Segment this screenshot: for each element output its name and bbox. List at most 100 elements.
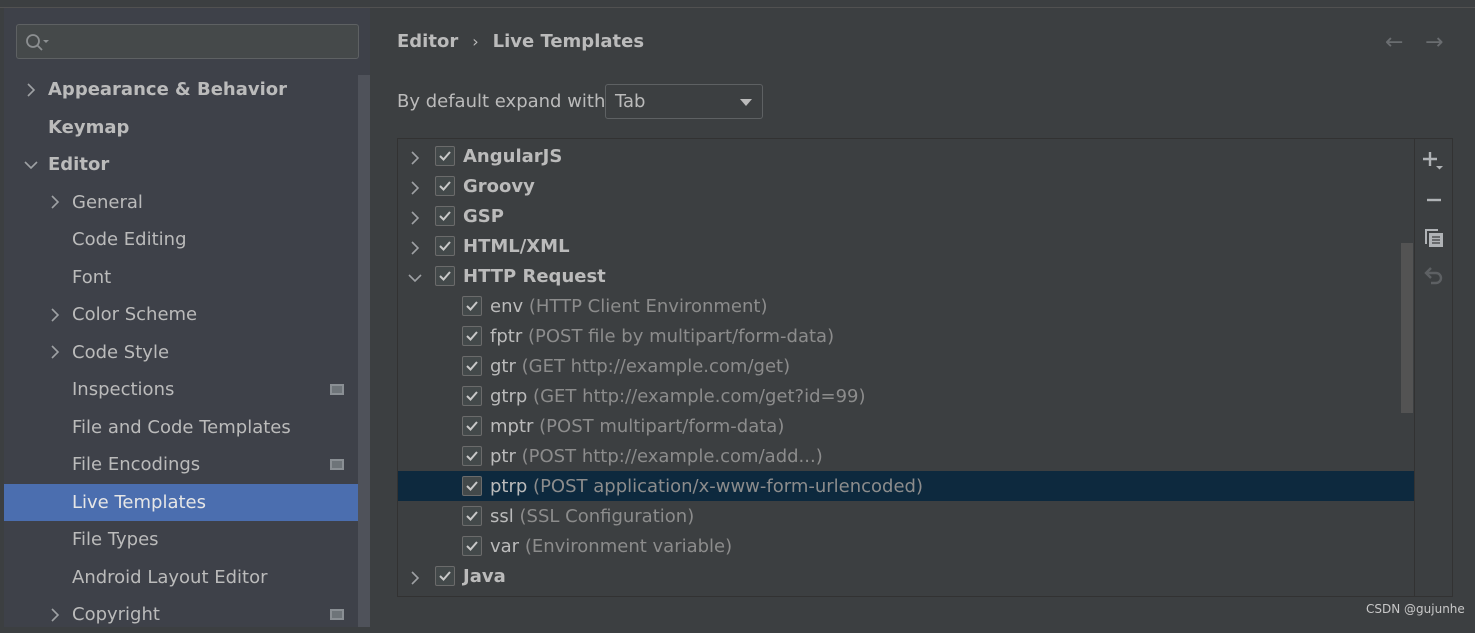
breadcrumb-editor[interactable]: Editor [397,31,458,52]
template-checkbox[interactable] [435,236,455,256]
template-description: (HTTP Client Environment) [528,295,768,317]
templates-tree: Java var (Environment variable) ssl (SSL C… [398,139,1415,596]
restore-icon[interactable] [1416,261,1452,291]
template-name: mptr [490,415,534,437]
chevron-right-icon[interactable] [48,307,62,322]
template-item[interactable]: env (HTTP Client Environment) [398,291,1414,321]
template-checkbox[interactable] [462,446,482,466]
sidebar-item-copyright[interactable]: Copyright [4,596,370,633]
sidebar-item-label: File Types [72,529,159,550]
check-icon [464,418,480,434]
sidebar-item-inspections[interactable]: Inspections [4,371,370,408]
template-checkbox[interactable] [462,536,482,556]
template-item[interactable]: var (Environment variable) [398,531,1414,561]
arrow-left-icon[interactable]: ← [1385,30,1403,55]
title-bar-edge [0,0,1475,8]
chevron-right-icon[interactable] [48,345,62,359]
template-description: (POST multipart/form-data) [539,415,785,437]
template-group[interactable]: GSP [398,201,1414,231]
breadcrumb-current: Live Templates [492,31,645,52]
sidebar-item-file-types[interactable]: File Types [4,521,370,558]
template-item[interactable]: gtrp (GET http://example.com/get?id=99) [398,381,1414,411]
template-checkbox[interactable] [462,326,482,346]
sidebar-item-color-scheme[interactable]: Color Scheme [4,296,370,333]
template-name: GSP [463,205,504,227]
sidebar-item-keymap[interactable]: Keymap [4,109,370,146]
template-name: env [490,295,524,317]
arrow-right-icon[interactable]: → [1425,30,1443,55]
chevron-right-icon[interactable] [408,179,422,195]
sidebar-item-label: Editor [48,154,110,175]
sidebar-item-label: Code Editing [72,229,187,250]
check-icon [464,388,480,404]
sidebar-item-file-encodings[interactable]: File Encodings [4,446,370,483]
template-checkbox[interactable] [435,206,455,226]
chevron-right-icon[interactable] [408,569,422,585]
sidebar-scrollbar[interactable] [358,75,370,627]
template-checkbox[interactable] [435,266,455,286]
template-group[interactable]: Java [398,561,1414,591]
sidebar-item-appearance-behavior[interactable]: Appearance & Behavior [4,71,370,108]
sidebar-item-code-editing[interactable]: Code Editing [4,221,370,258]
sidebar-item-font[interactable]: Font [4,259,370,296]
chevron-right-icon[interactable] [408,239,422,255]
sidebar-item-label: File Encodings [72,454,201,475]
template-name: AngularJS [463,145,563,167]
template-group[interactable]: HTML/XML [398,231,1414,261]
template-checkbox[interactable] [462,386,482,406]
template-checkbox[interactable] [462,416,482,436]
chevron-down-icon[interactable] [24,158,38,172]
template-item[interactable]: gtr (GET http://example.com/get) [398,351,1414,381]
sidebar-item-live-templates[interactable]: Live Templates [4,483,370,521]
template-checkbox[interactable] [435,176,455,196]
template-item[interactable]: fptr (POST file by multipart/form-data) [398,321,1414,351]
project-scope-icon [330,384,344,395]
sidebar-item-label: File and Code Templates [72,416,291,438]
sidebar-item-label: Android Layout Editor [72,566,268,588]
template-item[interactable]: mptr (POST multipart/form-data) [398,411,1414,441]
chevron-down-icon[interactable] [408,269,422,283]
template-group[interactable]: Groovy [398,171,1414,201]
template-checkbox[interactable] [435,146,455,166]
project-scope-icon [330,609,344,620]
template-group[interactable]: HTTP Request [398,261,1414,291]
sidebar-item-file-and-code-templates[interactable]: File and Code Templates [4,409,370,446]
sidebar-item-label: Color Scheme [72,304,198,325]
chevron-right-icon[interactable] [408,149,422,165]
watermark: CSDN @gujunhe [1366,602,1465,616]
settings-search-input[interactable] [16,24,359,59]
copy-icon[interactable] [1416,223,1452,253]
template-item[interactable]: ptr (POST http://example.com/add...) [398,441,1414,471]
template-checkbox[interactable] [462,506,482,526]
expand-with-dropdown[interactable]: Tab [605,84,763,119]
sidebar-item-android-layout-editor[interactable]: Android Layout Editor [4,559,370,596]
sidebar-item-label: Font [72,266,112,288]
templates-scrollbar[interactable] [1401,243,1413,413]
template-name: ptrp [490,475,528,497]
template-checkbox[interactable] [462,296,482,316]
template-checkbox[interactable] [462,356,482,376]
chevron-right-icon[interactable] [48,195,62,209]
template-checkbox[interactable] [462,476,482,496]
expand-with-label: By default expand with [397,91,606,112]
template-description: (Environment variable) [524,535,733,557]
template-group[interactable]: AngularJS [398,141,1414,171]
template-description: (POST application/x-www-form-urlencoded) [533,475,924,497]
check-icon [464,478,480,494]
search-icon [26,34,49,51]
check-icon [437,148,453,164]
sidebar-item-editor[interactable]: Editor [4,146,370,183]
check-icon [464,358,480,374]
add-icon[interactable] [1416,147,1452,177]
template-item[interactable]: ssl (SSL Configuration) [398,501,1414,531]
template-item[interactable]: ptrp (POST application/x-www-form-urlenc… [398,471,1414,501]
chevron-right-icon[interactable] [48,607,62,622]
remove-icon[interactable] [1416,185,1452,215]
sidebar-item-general[interactable]: General [4,184,370,221]
chevron-right-icon[interactable] [24,82,38,97]
chevron-right-icon[interactable] [408,209,422,225]
sidebar-item-code-style[interactable]: Code Style [4,334,370,371]
check-icon [464,508,480,524]
template-checkbox[interactable] [435,566,455,586]
check-icon [464,298,480,314]
